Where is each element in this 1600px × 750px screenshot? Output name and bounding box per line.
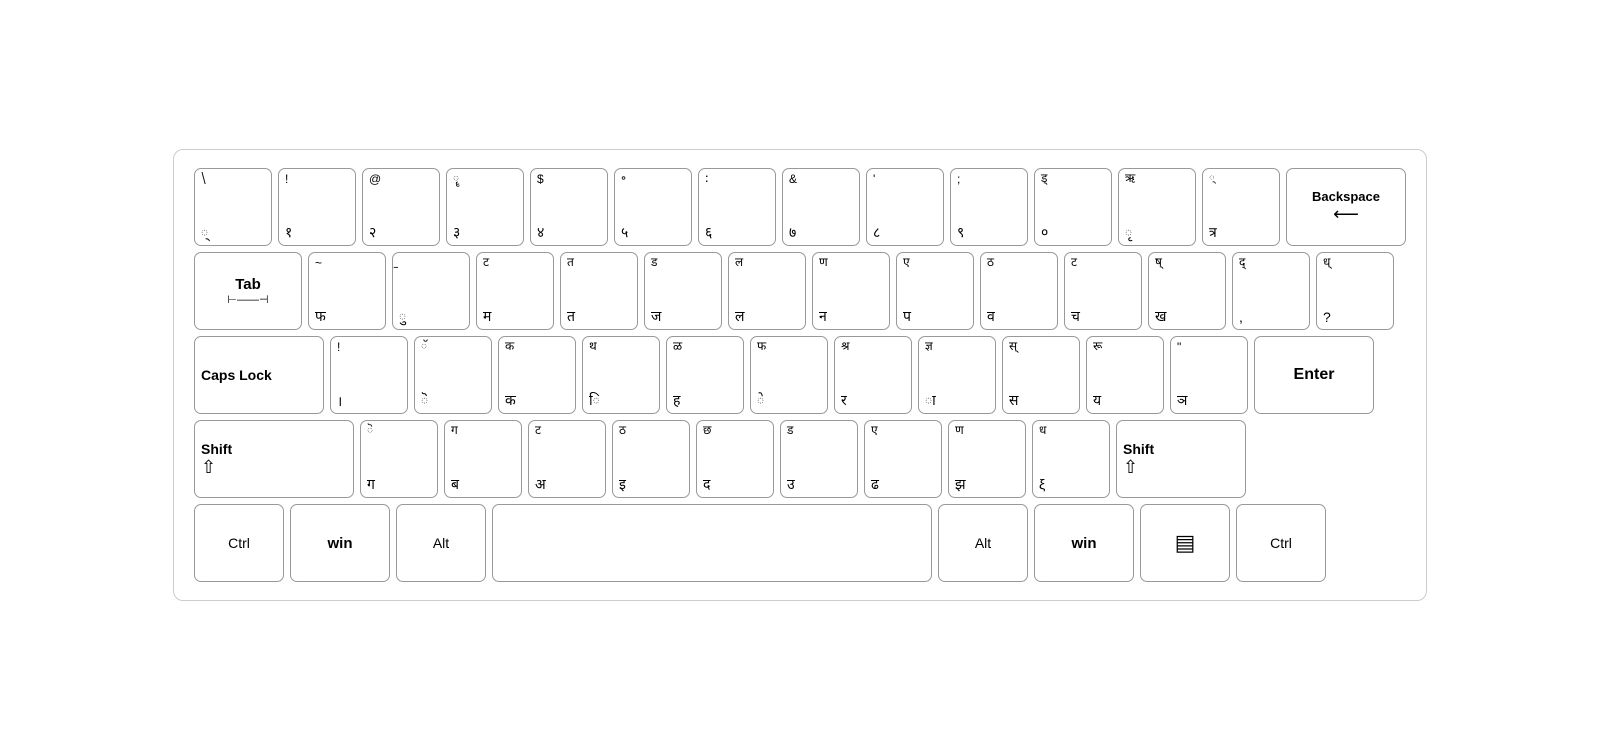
keyboard-layout: \ ् ! १ @ २ ॄ ३ $ ४ ॰ ५ : ६ & ७ (173, 149, 1427, 601)
key-6[interactable]: : ६ (698, 168, 776, 246)
key-0[interactable]: ड् ० (1034, 168, 1112, 246)
key-m[interactable]: ए ढ (864, 420, 942, 498)
key-ctrl-right[interactable]: Ctrl (1236, 504, 1326, 582)
row-qwerty: Tab ⊢——⊣ ~ फ ॒ ु ट म त त ड ज ल ल ण (194, 252, 1406, 330)
key-c[interactable]: ट अ (528, 420, 606, 498)
key-alt-right[interactable]: Alt (938, 504, 1028, 582)
row-bottom: Ctrl win Alt Alt win (194, 504, 1406, 582)
key-b[interactable]: छ द (696, 420, 774, 498)
key-semicolon[interactable]: रू य (1086, 336, 1164, 414)
key-win-left[interactable]: win (290, 504, 390, 582)
key-5[interactable]: ॰ ५ (614, 168, 692, 246)
key-2[interactable]: @ २ (362, 168, 440, 246)
key-menu[interactable]: ▤ (1140, 504, 1230, 582)
ctrl-right-label: Ctrl (1270, 535, 1292, 551)
backspace-arrow: ⟵ (1333, 204, 1359, 225)
key-4[interactable]: $ ४ (530, 168, 608, 246)
shift-left-label: Shift (201, 441, 232, 457)
key-z[interactable]: ॆ ग (360, 420, 438, 498)
key-q[interactable]: ~ फ (308, 252, 386, 330)
tab-label: Tab (235, 276, 261, 293)
row-shift: Shift ⇧ ॆ ग ग ब ट अ ठ इ छ द ड उ ए (194, 420, 1406, 498)
key-9[interactable]: ; ९ (950, 168, 1028, 246)
key-backspace[interactable]: Backspace ⟵ (1286, 168, 1406, 246)
key-8[interactable]: ' ८ (866, 168, 944, 246)
key-p[interactable]: ट च (1064, 252, 1142, 330)
key-tab[interactable]: Tab ⊢——⊣ (194, 252, 302, 330)
shift-right-label: Shift (1123, 441, 1154, 457)
key-win-right[interactable]: win (1034, 504, 1134, 582)
key-minus[interactable]: ऋ ृ (1118, 168, 1196, 246)
key-l[interactable]: स् स (1002, 336, 1080, 414)
key-bracket-open[interactable]: ष् ख (1148, 252, 1226, 330)
key-n[interactable]: ड उ (780, 420, 858, 498)
backspace-label: Backspace (1312, 189, 1380, 204)
key-j[interactable]: श्र र (834, 336, 912, 414)
key-capslock[interactable]: Caps Lock (194, 336, 324, 414)
key-ctrl-left[interactable]: Ctrl (194, 504, 284, 582)
key-equal[interactable]: ् त्र (1202, 168, 1280, 246)
key-h[interactable]: फ े (750, 336, 828, 414)
key-o[interactable]: ठ व (980, 252, 1058, 330)
alt-right-label: Alt (975, 535, 991, 551)
key-d[interactable]: क क (498, 336, 576, 414)
alt-left-label: Alt (433, 535, 449, 551)
row-asdf: Caps Lock ! । ॅ ॆ क क थ ि ळ ह फ े श्र र (194, 336, 1406, 414)
key-f[interactable]: थ ि (582, 336, 660, 414)
win-left-label: win (328, 535, 353, 552)
key-i[interactable]: ए प (896, 252, 974, 330)
key-quote[interactable]: " ञ (1170, 336, 1248, 414)
tab-arrows: ⊢——⊣ (227, 293, 268, 306)
key-backslash[interactable]: ध् ? (1316, 252, 1394, 330)
key-space[interactable] (492, 504, 932, 582)
key-t[interactable]: ड ज (644, 252, 722, 330)
key-enter[interactable]: Enter (1254, 336, 1374, 414)
key-bracket-close[interactable]: द् , (1232, 252, 1310, 330)
ctrl-left-label: Ctrl (228, 535, 250, 551)
key-v[interactable]: ठ इ (612, 420, 690, 498)
key-u[interactable]: ण न (812, 252, 890, 330)
capslock-label: Caps Lock (201, 367, 272, 383)
shift-right-icon: ⇧ (1123, 457, 1138, 478)
key-y[interactable]: ल ल (728, 252, 806, 330)
enter-label: Enter (1294, 366, 1335, 384)
key-e[interactable]: ट म (476, 252, 554, 330)
key-period[interactable]: ध ξ (1032, 420, 1110, 498)
row-numbers: \ ् ! १ @ २ ॄ ३ $ ४ ॰ ५ : ६ & ७ (194, 168, 1406, 246)
key-shift-right[interactable]: Shift ⇧ (1116, 420, 1246, 498)
key-g[interactable]: ळ ह (666, 336, 744, 414)
menu-icon: ▤ (1175, 530, 1196, 556)
key-w[interactable]: ॒ ु (392, 252, 470, 330)
key-shift-left[interactable]: Shift ⇧ (194, 420, 354, 498)
key-3[interactable]: ॄ ३ (446, 168, 524, 246)
key-comma[interactable]: ण झ (948, 420, 1026, 498)
win-right-label: win (1072, 535, 1097, 552)
shift-left-icon: ⇧ (201, 457, 216, 478)
key-tilde[interactable]: \ ् (194, 168, 272, 246)
key-x[interactable]: ग ब (444, 420, 522, 498)
key-r[interactable]: त त (560, 252, 638, 330)
key-1[interactable]: ! १ (278, 168, 356, 246)
key-7[interactable]: & ७ (782, 168, 860, 246)
key-k[interactable]: ज्ञ ा (918, 336, 996, 414)
key-s[interactable]: ॅ ॆ (414, 336, 492, 414)
key-alt-left[interactable]: Alt (396, 504, 486, 582)
key-a[interactable]: ! । (330, 336, 408, 414)
